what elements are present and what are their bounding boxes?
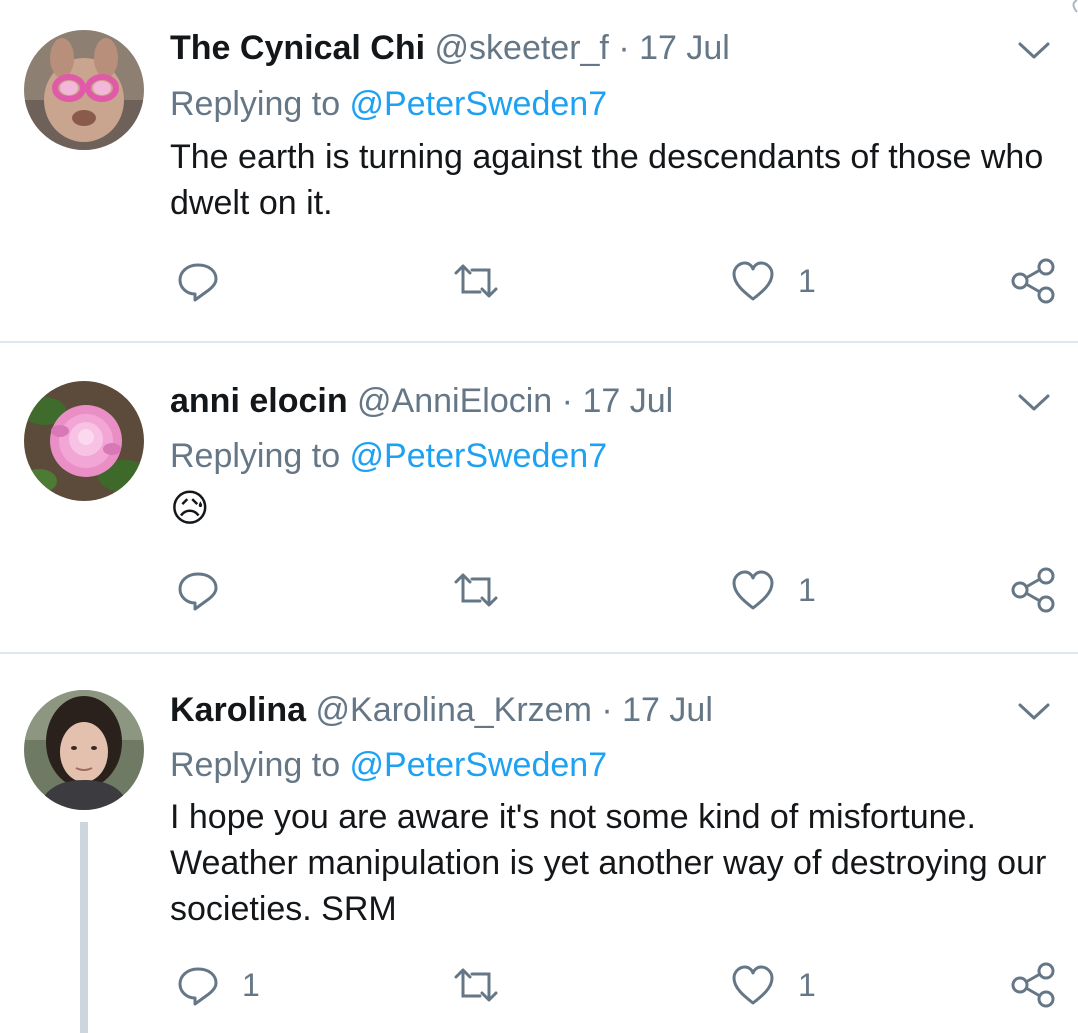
tweet[interactable]: The Cynical Chi @skeeter_f · 17 Jul Repl… bbox=[0, 0, 1078, 342]
share-button[interactable] bbox=[1010, 960, 1056, 1010]
reply-button[interactable] bbox=[176, 256, 242, 306]
tweet-text: 😥 bbox=[170, 488, 210, 530]
reply-icon bbox=[178, 263, 218, 302]
reply-icon bbox=[178, 967, 218, 1006]
user-handle[interactable]: @AnniElocin bbox=[357, 382, 552, 420]
share-icon bbox=[1011, 567, 1055, 613]
retweet-icon bbox=[454, 573, 498, 607]
like-count: 1 bbox=[798, 262, 816, 299]
retweet-button[interactable] bbox=[452, 256, 522, 306]
avatar[interactable] bbox=[24, 690, 144, 810]
action-bar: 1 1 bbox=[0, 960, 1078, 1010]
retweet-button[interactable] bbox=[452, 565, 522, 615]
like-count: 1 bbox=[798, 966, 816, 1003]
share-icon bbox=[1011, 962, 1055, 1008]
reply-icon bbox=[178, 572, 218, 611]
share-button[interactable] bbox=[1010, 256, 1056, 306]
display-name[interactable]: The Cynical Chi bbox=[170, 29, 425, 67]
mention-link[interactable]: @PeterSweden7 bbox=[350, 85, 608, 123]
replying-prefix: Replying to bbox=[170, 85, 350, 123]
reply-count: 1 bbox=[242, 966, 260, 1003]
user-handle[interactable]: @skeeter_f bbox=[435, 29, 609, 67]
replying-to: Replying to @PeterSweden7 bbox=[170, 436, 607, 476]
user-handle[interactable]: @Karolina_Krzem bbox=[316, 691, 592, 729]
display-name[interactable]: anni elocin bbox=[170, 382, 348, 420]
share-button[interactable] bbox=[1010, 565, 1056, 615]
display-name[interactable]: Karolina bbox=[170, 691, 306, 729]
chevron-down-icon[interactable] bbox=[1014, 388, 1054, 416]
heart-icon bbox=[732, 261, 774, 301]
retweet-icon bbox=[454, 968, 498, 1002]
tweet-text: The earth is turning against the descend… bbox=[170, 138, 1044, 222]
separator: · bbox=[561, 382, 573, 420]
action-bar: 1 bbox=[0, 256, 1078, 306]
thread-connector-line bbox=[80, 822, 88, 1033]
like-button[interactable]: 1 bbox=[730, 565, 816, 615]
avatar[interactable] bbox=[24, 381, 144, 501]
tweet-date[interactable]: 17 Jul bbox=[582, 382, 673, 420]
retweet-icon bbox=[454, 264, 498, 298]
reply-button[interactable] bbox=[176, 565, 242, 615]
tweet-header: anni elocin @AnniElocin · 17 Jul bbox=[170, 381, 673, 421]
tweet-header: Karolina @Karolina_Krzem · 17 Jul bbox=[170, 690, 713, 730]
mention-link[interactable]: @PeterSweden7 bbox=[350, 437, 608, 475]
retweet-button[interactable] bbox=[452, 960, 522, 1010]
replying-prefix: Replying to bbox=[170, 437, 350, 475]
like-count: 1 bbox=[798, 571, 816, 608]
mention-link[interactable]: @PeterSweden7 bbox=[350, 746, 608, 784]
scroll-indicator-icon bbox=[1072, 0, 1078, 13]
tweet-date[interactable]: 17 Jul bbox=[622, 691, 713, 729]
replying-prefix: Replying to bbox=[170, 746, 350, 784]
avatar[interactable] bbox=[24, 30, 144, 150]
reply-button[interactable]: 1 bbox=[176, 960, 260, 1010]
separator: · bbox=[618, 29, 630, 67]
replying-to: Replying to @PeterSweden7 bbox=[170, 745, 607, 785]
tweet[interactable]: anni elocin @AnniElocin · 17 Jul Replyin… bbox=[0, 343, 1078, 652]
share-icon bbox=[1011, 258, 1055, 304]
like-button[interactable]: 1 bbox=[730, 256, 816, 306]
heart-icon bbox=[732, 965, 774, 1005]
chevron-down-icon[interactable] bbox=[1014, 36, 1054, 64]
tweet-date[interactable]: 17 Jul bbox=[639, 29, 730, 67]
separator: · bbox=[601, 691, 613, 729]
action-bar: 1 bbox=[0, 565, 1078, 615]
heart-icon bbox=[732, 570, 774, 610]
tweet[interactable]: Karolina @Karolina_Krzem · 17 Jul Replyi… bbox=[0, 654, 1078, 1033]
replying-to: Replying to @PeterSweden7 bbox=[170, 84, 607, 124]
chevron-down-icon[interactable] bbox=[1014, 697, 1054, 725]
tweet-header: The Cynical Chi @skeeter_f · 17 Jul bbox=[170, 28, 730, 68]
tweet-text: I hope you are aware it's not some kind … bbox=[170, 798, 1047, 928]
like-button[interactable]: 1 bbox=[730, 960, 816, 1010]
